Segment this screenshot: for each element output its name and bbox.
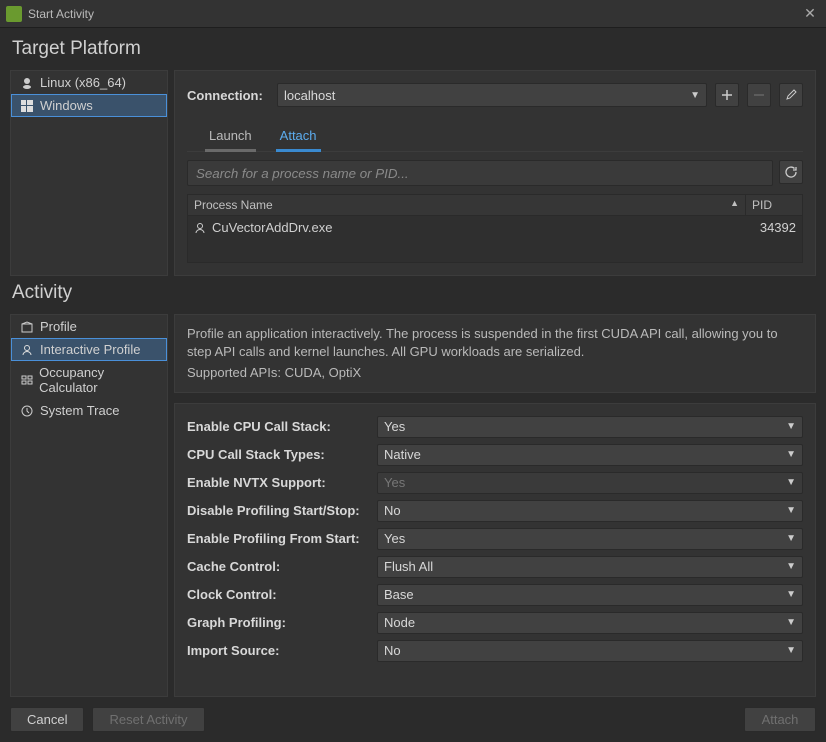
edit-connection-button[interactable] xyxy=(779,83,803,107)
sidebar-item-label: Profile xyxy=(40,319,77,334)
option-label: Disable Profiling Start/Stop: xyxy=(187,503,367,518)
activity-description: Profile an application interactively. Th… xyxy=(187,325,803,360)
process-pid: 34392 xyxy=(746,218,802,237)
connection-row: Connection: localhost ▼ xyxy=(187,83,803,107)
platform-sidebar: Linux (x86_64) Windows xyxy=(10,70,168,276)
reset-activity-button[interactable]: Reset Activity xyxy=(92,707,204,732)
attach-button[interactable]: Attach xyxy=(744,707,816,732)
refresh-button[interactable] xyxy=(779,160,803,184)
remove-connection-button[interactable] xyxy=(747,83,771,107)
close-icon[interactable]: ✕ xyxy=(800,5,820,22)
chevron-down-icon: ▼ xyxy=(786,421,796,432)
chevron-down-icon: ▼ xyxy=(786,561,796,572)
sidebar-item-label: Occupancy Calculator xyxy=(39,365,158,395)
option-dropdown-enable-from-start[interactable]: Yes▼ xyxy=(377,528,803,550)
option-row: Enable Profiling From Start: Yes▼ xyxy=(187,528,803,550)
app-logo-icon xyxy=(6,6,22,22)
option-dropdown-cache-control[interactable]: Flush All▼ xyxy=(377,556,803,578)
content: Target Platform Linux (x86_64) Windows C… xyxy=(0,28,826,701)
option-dropdown-clock-control[interactable]: Base▼ xyxy=(377,584,803,606)
connection-label: Connection: xyxy=(187,88,269,103)
windows-icon xyxy=(20,99,34,113)
option-dropdown-nvtx: Yes▼ xyxy=(377,472,803,494)
window-title: Start Activity xyxy=(28,7,800,21)
option-dropdown-import-source[interactable]: No▼ xyxy=(377,640,803,662)
option-label: Import Source: xyxy=(187,643,367,658)
process-icon xyxy=(194,222,206,234)
activity-right: Profile an application interactively. Th… xyxy=(174,314,816,697)
process-table: Process Name ▲ PID CuVectorAddDrv.exe 34… xyxy=(187,194,803,263)
tab-launch[interactable]: Launch xyxy=(205,122,256,152)
profile-icon xyxy=(20,320,34,334)
search-row xyxy=(187,160,803,186)
activity-block: Profile Interactive Profile Occupancy Ca… xyxy=(10,314,816,697)
activity-sidebar: Profile Interactive Profile Occupancy Ca… xyxy=(10,314,168,697)
activity-supported-apis: Supported APIs: CUDA, OptiX xyxy=(187,364,803,382)
interactive-profile-icon xyxy=(20,343,34,357)
column-header-pid[interactable]: PID xyxy=(746,195,802,215)
sidebar-item-label: Windows xyxy=(40,98,93,113)
footer: Cancel Reset Activity Attach xyxy=(0,701,826,742)
chevron-down-icon: ▼ xyxy=(786,645,796,656)
cancel-button[interactable]: Cancel xyxy=(10,707,84,732)
sidebar-item-profile[interactable]: Profile xyxy=(11,315,167,338)
platform-heading: Target Platform xyxy=(12,38,816,60)
option-dropdown-graph-profiling[interactable]: Node▼ xyxy=(377,612,803,634)
option-label: CPU Call Stack Types: xyxy=(187,447,367,462)
platform-right-pane: Connection: localhost ▼ Launch Attach xyxy=(174,70,816,276)
process-name: CuVectorAddDrv.exe xyxy=(212,220,332,235)
option-label: Enable NVTX Support: xyxy=(187,475,367,490)
option-row: Graph Profiling: Node▼ xyxy=(187,612,803,634)
sort-asc-icon: ▲ xyxy=(730,198,739,208)
tabs: Launch Attach xyxy=(187,121,803,152)
sidebar-item-label: Interactive Profile xyxy=(40,342,140,357)
process-table-header: Process Name ▲ PID xyxy=(188,195,802,216)
linux-icon xyxy=(20,76,34,90)
sidebar-item-label: System Trace xyxy=(40,403,119,418)
chevron-down-icon: ▼ xyxy=(786,477,796,488)
option-label: Enable Profiling From Start: xyxy=(187,531,367,546)
tab-attach[interactable]: Attach xyxy=(276,122,321,152)
option-row: Cache Control: Flush All▼ xyxy=(187,556,803,578)
sidebar-item-label: Linux (x86_64) xyxy=(40,75,126,90)
activity-description-box: Profile an application interactively. Th… xyxy=(174,314,816,393)
option-row: Enable CPU Call Stack: Yes▼ xyxy=(187,416,803,438)
column-header-name[interactable]: Process Name ▲ xyxy=(188,195,746,215)
option-label: Clock Control: xyxy=(187,587,367,602)
option-dropdown-stack-types[interactable]: Native▼ xyxy=(377,444,803,466)
occupancy-icon xyxy=(20,373,33,387)
connection-value: localhost xyxy=(284,88,335,103)
platform-block: Linux (x86_64) Windows Connection: local… xyxy=(10,70,816,276)
option-row: Disable Profiling Start/Stop: No▼ xyxy=(187,500,803,522)
option-label: Enable CPU Call Stack: xyxy=(187,419,367,434)
option-dropdown-disable-profiling[interactable]: No▼ xyxy=(377,500,803,522)
chevron-down-icon: ▼ xyxy=(786,589,796,600)
chevron-down-icon: ▼ xyxy=(786,533,796,544)
option-row: CPU Call Stack Types: Native▼ xyxy=(187,444,803,466)
sidebar-item-occupancy[interactable]: Occupancy Calculator xyxy=(11,361,167,399)
titlebar: Start Activity ✕ xyxy=(0,0,826,28)
activity-heading: Activity xyxy=(12,282,816,304)
sidebar-item-linux[interactable]: Linux (x86_64) xyxy=(11,71,167,94)
options-box: Enable CPU Call Stack: Yes▼ CPU Call Sta… xyxy=(174,403,816,697)
table-row[interactable]: CuVectorAddDrv.exe 34392 xyxy=(188,216,802,239)
option-row: Clock Control: Base▼ xyxy=(187,584,803,606)
sidebar-item-windows[interactable]: Windows xyxy=(11,94,167,117)
chevron-down-icon: ▼ xyxy=(786,449,796,460)
chevron-down-icon: ▼ xyxy=(690,90,700,101)
option-row: Enable NVTX Support: Yes▼ xyxy=(187,472,803,494)
chevron-down-icon: ▼ xyxy=(786,505,796,516)
chevron-down-icon: ▼ xyxy=(786,617,796,628)
process-search-input[interactable] xyxy=(187,160,773,186)
system-trace-icon xyxy=(20,404,34,418)
sidebar-item-interactive-profile[interactable]: Interactive Profile xyxy=(11,338,167,361)
add-connection-button[interactable] xyxy=(715,83,739,107)
option-label: Cache Control: xyxy=(187,559,367,574)
option-dropdown-cpu-call-stack[interactable]: Yes▼ xyxy=(377,416,803,438)
connection-dropdown[interactable]: localhost ▼ xyxy=(277,83,707,107)
option-row: Import Source: No▼ xyxy=(187,640,803,662)
option-label: Graph Profiling: xyxy=(187,615,367,630)
sidebar-item-system-trace[interactable]: System Trace xyxy=(11,399,167,422)
